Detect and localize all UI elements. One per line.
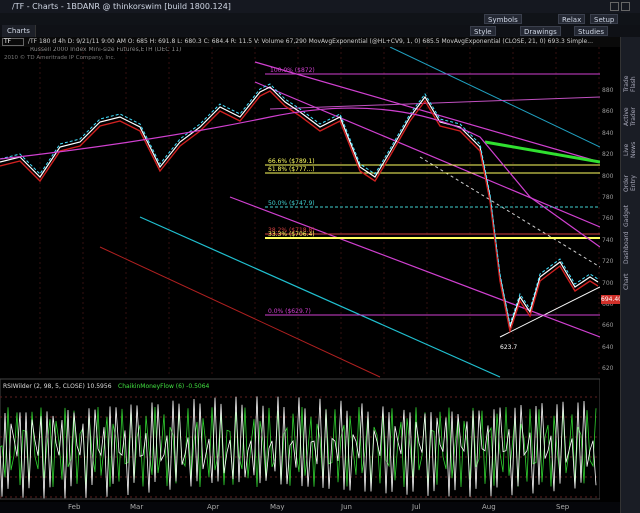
sidebar-tab[interactable]: Trade Flash <box>623 69 639 99</box>
price-chart[interactable]: Russell 2000 Index Mini-size Futures,ETH… <box>0 47 600 502</box>
symbols-button[interactable]: Symbols <box>484 14 522 24</box>
price-tick-label: 620 <box>602 365 614 373</box>
right-sidebar: Chart Dashboard Gadget Order Entry Live News… <box>620 37 640 513</box>
tab-charts[interactable]: Charts <box>2 25 36 37</box>
fib-label: 33.3% ($706.4) <box>268 231 315 238</box>
price-tick-label: 740 <box>602 236 614 244</box>
fib-label: 66.6% ($789.1) <box>268 158 315 165</box>
price-tick-label: 720 <box>602 258 614 266</box>
price-tick-label: 880 <box>602 87 614 94</box>
month-axis: Feb Mar Apr May Jun Jul Aug Sep <box>0 502 620 513</box>
price-axis: 880 860 840 820 800 780 760 740 720 700 680 660 640 6… <box>600 47 622 502</box>
fib-label: 0.0% ($629.7) <box>268 308 311 315</box>
sidebar-tab[interactable]: Active Trader <box>623 102 639 132</box>
symbol-input[interactable]: TF <box>2 38 24 46</box>
price-tick-label: 820 <box>602 151 614 159</box>
sidebar-tab[interactable]: Order Entry <box>623 168 639 198</box>
instrument-description: Russell 2000 Index Mini-size Futures,ETH… <box>30 47 181 53</box>
current-price-badge: 694.40 <box>601 295 622 304</box>
cmf-label: ChaikinMoneyFlow (6) -0.5064 <box>118 383 210 390</box>
month-label: Jul <box>412 503 421 511</box>
sidebar-tab[interactable]: Dashboard <box>623 231 639 264</box>
relax-button[interactable]: Relax <box>558 14 586 24</box>
title-bar: /TF - Charts - 1BDANR @ thinkorswim [bui… <box>0 0 640 14</box>
month-label: Apr <box>207 503 220 511</box>
window-title: /TF - Charts - 1BDANR @ thinkorswim [bui… <box>12 2 231 11</box>
close-button[interactable] <box>621 2 630 11</box>
studies-button[interactable]: Studies <box>574 26 608 36</box>
month-label: May <box>270 503 285 511</box>
price-tick-label: 640 <box>602 343 614 351</box>
drawings-button[interactable]: Drawings <box>520 26 561 36</box>
chart-header-text: /TF 180 d 4h D: 9/21/11 9:00 AM O: 685 H… <box>28 38 593 45</box>
price-tick-label: 860 <box>602 108 614 116</box>
price-tick-label: 660 <box>602 322 614 330</box>
price-tick-label: 840 <box>602 129 614 137</box>
sidebar-tab[interactable]: Live News <box>623 135 639 165</box>
minimize-button[interactable] <box>610 2 619 11</box>
style-button[interactable]: Style <box>470 26 496 36</box>
fib-label: 100.0% ($872) <box>270 67 315 74</box>
month-label: Jun <box>341 503 352 511</box>
tab-bar: Charts Style Drawings Studies <box>0 25 640 37</box>
setup-button[interactable]: Setup <box>590 14 619 24</box>
toolbar: Symbols Relax Setup <box>0 13 640 25</box>
price-tick-label: 760 <box>602 215 614 223</box>
sidebar-tab[interactable]: Chart <box>623 267 639 297</box>
price-tick-label: 700 <box>602 279 614 287</box>
low-price-label: 623.7 <box>500 344 517 351</box>
fib-label: 50.0% ($747.9) <box>268 200 315 207</box>
rsi-label: RSIWilder (2, 98, 5, CLOSE) 10.5956 <box>3 383 112 390</box>
fib-label: 61.8% ($777...) <box>268 166 315 173</box>
copyright-text: 2010 © TD Ameritrade IP Company, Inc. <box>4 54 116 61</box>
symbol-info-row: TF /TF 180 d 4h D: 9/21/11 9:00 AM O: 68… <box>0 37 620 47</box>
month-label: Aug <box>482 503 496 511</box>
price-tick-label: 800 <box>602 172 614 180</box>
month-label: Sep <box>556 503 570 511</box>
month-label: Feb <box>68 503 81 511</box>
month-label: Mar <box>130 503 144 511</box>
price-tick-label: 780 <box>602 194 614 201</box>
sidebar-tab[interactable]: Gadget <box>623 201 639 231</box>
